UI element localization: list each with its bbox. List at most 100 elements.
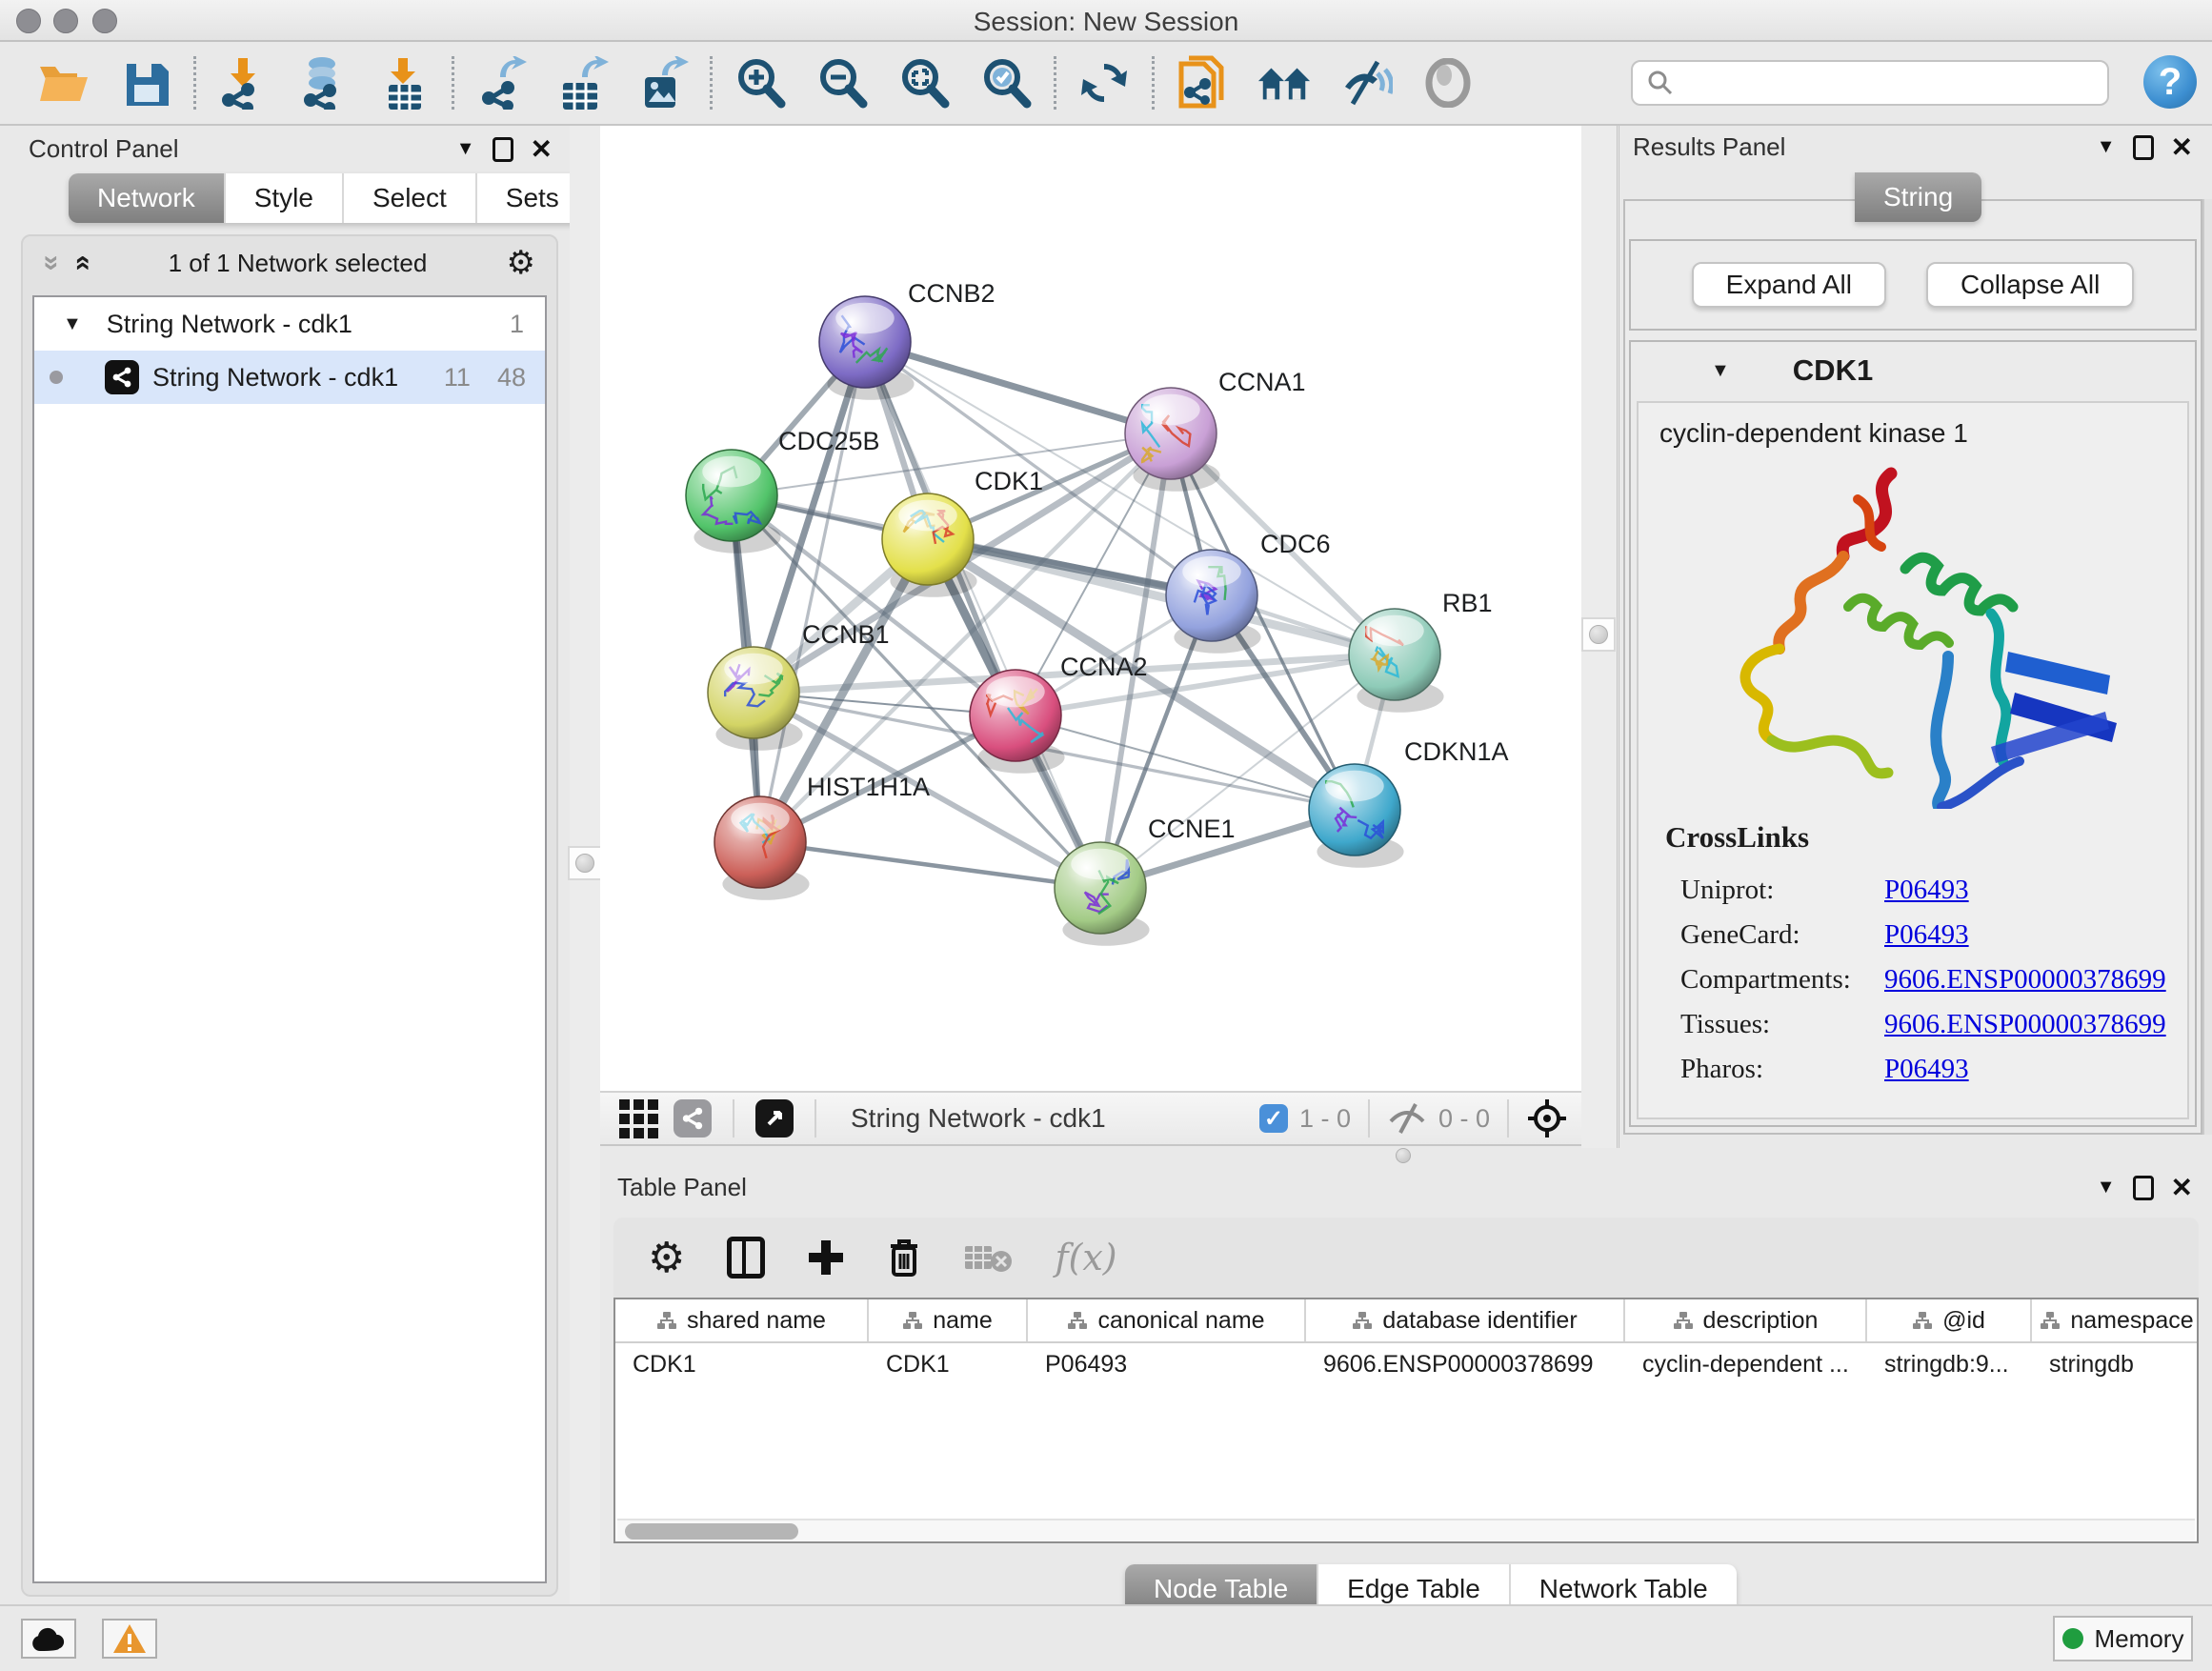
collapse-all-networks-icon[interactable]: » xyxy=(65,255,97,272)
expand-all-button[interactable]: Expand All xyxy=(1692,262,1886,308)
search-field[interactable] xyxy=(1631,60,2109,106)
graph-node-CCNE1[interactable] xyxy=(1055,842,1150,946)
graph-node-CCNA2[interactable] xyxy=(970,670,1065,774)
warning-status-button[interactable] xyxy=(102,1619,157,1659)
collapse-panel-icon[interactable]: ▼ xyxy=(2097,136,2116,158)
cloud-status-button[interactable] xyxy=(21,1619,76,1659)
network-options-gear-icon[interactable]: ⚙ xyxy=(507,244,535,282)
selected-checkbox-icon[interactable]: ✓ xyxy=(1259,1104,1288,1133)
tree-expand-icon[interactable]: ▼ xyxy=(63,313,82,335)
crosslink-row: Pharos:P06493 xyxy=(1665,1047,2166,1092)
crosslink-link[interactable]: P06493 xyxy=(1884,875,1969,906)
table-cell[interactable]: stringdb xyxy=(2032,1351,2199,1379)
splitter-handle[interactable] xyxy=(1396,1148,1411,1163)
export-network-icon[interactable] xyxy=(474,55,530,111)
left-splitter[interactable] xyxy=(570,126,600,1604)
network-share-icon[interactable] xyxy=(674,1099,712,1137)
table-cell[interactable]: 9606.ENSP00000378699 xyxy=(1306,1351,1625,1379)
import-network-database-icon[interactable] xyxy=(296,55,352,111)
node-table[interactable]: shared namenamecanonical namedatabase id… xyxy=(613,1298,2199,1543)
graph-node-HIST1H1A[interactable] xyxy=(714,796,810,900)
import-network-file-icon[interactable] xyxy=(216,55,271,111)
memory-button[interactable]: Memory xyxy=(2053,1616,2193,1661)
help-icon[interactable]: ? xyxy=(2143,55,2197,109)
string-import-icon[interactable] xyxy=(1175,55,1230,111)
tab-string[interactable]: String xyxy=(1855,172,1981,222)
save-session-icon[interactable] xyxy=(118,55,173,111)
table-cell[interactable]: cyclin-dependent ... xyxy=(1625,1351,1867,1379)
table-row[interactable]: CDK1CDK1P064939606.ENSP00000378699cyclin… xyxy=(615,1343,2197,1385)
network-canvas[interactable]: CCNB2CCNA1CDC25BCDK1CDC6RB1CCNB1CCNA2CDK… xyxy=(600,126,1581,1091)
close-panel-icon[interactable]: ✕ xyxy=(2171,131,2193,163)
open-folder-icon[interactable] xyxy=(36,55,91,111)
view-grid-icon[interactable] xyxy=(619,1099,658,1138)
graph-node-CCNB1[interactable] xyxy=(708,647,803,751)
float-panel-icon[interactable] xyxy=(2133,135,2154,160)
splitter-handle[interactable] xyxy=(575,854,594,873)
column-header-description[interactable]: description xyxy=(1625,1299,1867,1341)
close-panel-icon[interactable]: ✕ xyxy=(2171,1172,2193,1203)
function-builder-icon-disabled: f(x) xyxy=(1055,1237,1116,1278)
crosslink-link[interactable]: P06493 xyxy=(1884,1054,1969,1085)
refresh-icon[interactable] xyxy=(1076,55,1132,111)
column-header-namespace[interactable]: namespace xyxy=(2032,1299,2199,1341)
home-networks-icon[interactable] xyxy=(1257,55,1312,111)
gene-card-collapse-icon[interactable]: ▼ xyxy=(1711,360,1730,382)
hidden-eye-icon[interactable] xyxy=(1387,1102,1427,1135)
cloud-icon xyxy=(30,1626,67,1651)
tab-select[interactable]: Select xyxy=(344,173,477,223)
table-cell[interactable]: P06493 xyxy=(1028,1351,1306,1379)
crosslink-link[interactable]: P06493 xyxy=(1884,919,1969,951)
graph-node-RB1[interactable] xyxy=(1349,609,1444,713)
birds-eye-view-icon[interactable] xyxy=(755,1099,794,1137)
show-columns-icon[interactable] xyxy=(727,1237,765,1278)
column-header-database-identifier[interactable]: database identifier xyxy=(1306,1299,1625,1341)
graph-node-CDK1[interactable] xyxy=(882,493,977,597)
tab-style[interactable]: Style xyxy=(226,173,344,223)
zoom-in-icon[interactable] xyxy=(733,55,788,111)
table-horizontal-scrollbar[interactable] xyxy=(617,1519,2195,1541)
lens-icon[interactable] xyxy=(1420,55,1476,111)
table-cell[interactable]: CDK1 xyxy=(615,1351,869,1379)
zoom-fit-icon[interactable] xyxy=(896,55,952,111)
graph-node-CCNA1[interactable] xyxy=(1125,388,1220,492)
add-column-icon[interactable] xyxy=(807,1238,845,1277)
right-splitter[interactable] xyxy=(1581,126,1619,1148)
zoom-selected-icon[interactable] xyxy=(978,55,1034,111)
expand-all-networks-icon[interactable]: » xyxy=(35,255,68,272)
column-header-canonical-name[interactable]: canonical name xyxy=(1028,1299,1306,1341)
delete-column-icon[interactable] xyxy=(887,1237,921,1278)
table-cell[interactable]: stringdb:9... xyxy=(1867,1351,2032,1379)
search-input[interactable] xyxy=(1684,69,2107,98)
close-panel-icon[interactable]: ✕ xyxy=(531,133,553,165)
column-header-@id[interactable]: @id xyxy=(1867,1299,2032,1341)
crosslink-link[interactable]: 9606.ENSP00000378699 xyxy=(1884,964,2166,996)
network-row-selected[interactable]: String Network - cdk1 11 48 xyxy=(34,351,545,404)
tab-network[interactable]: Network xyxy=(69,173,226,223)
collapse-panel-icon[interactable]: ▼ xyxy=(2097,1177,2116,1198)
float-panel-icon[interactable] xyxy=(2133,1176,2154,1200)
graph-node-CDC25B[interactable] xyxy=(686,450,781,554)
hide-glass-icon[interactable] xyxy=(1338,55,1394,111)
graph-node-CCNB2[interactable] xyxy=(819,296,915,400)
collapse-panel-icon[interactable]: ▼ xyxy=(456,138,475,160)
float-panel-icon[interactable] xyxy=(493,137,513,162)
column-header-shared-name[interactable]: shared name xyxy=(615,1299,869,1341)
horizontal-splitter[interactable] xyxy=(600,1148,2212,1164)
zoom-out-icon[interactable] xyxy=(814,55,870,111)
import-table-icon[interactable] xyxy=(376,55,432,111)
results-scrollbar[interactable] xyxy=(2202,199,2212,1135)
scrollbar-thumb[interactable] xyxy=(625,1523,798,1540)
collapse-all-button[interactable]: Collapse All xyxy=(1926,262,2134,308)
network-collection-row[interactable]: ▼ String Network - cdk1 1 xyxy=(34,297,545,351)
crosslink-link[interactable]: 9606.ENSP00000378699 xyxy=(1884,1009,2166,1040)
splitter-handle[interactable] xyxy=(1589,625,1608,644)
table-settings-gear-icon[interactable]: ⚙ xyxy=(648,1234,685,1282)
export-image-icon[interactable] xyxy=(634,55,690,111)
graph-node-CDKN1A[interactable] xyxy=(1309,764,1404,868)
table-cell[interactable]: CDK1 xyxy=(869,1351,1028,1379)
fit-target-icon[interactable] xyxy=(1526,1097,1568,1139)
graph-node-CDC6[interactable] xyxy=(1166,550,1261,654)
export-table-icon[interactable] xyxy=(554,55,610,111)
column-header-name[interactable]: name xyxy=(869,1299,1028,1341)
